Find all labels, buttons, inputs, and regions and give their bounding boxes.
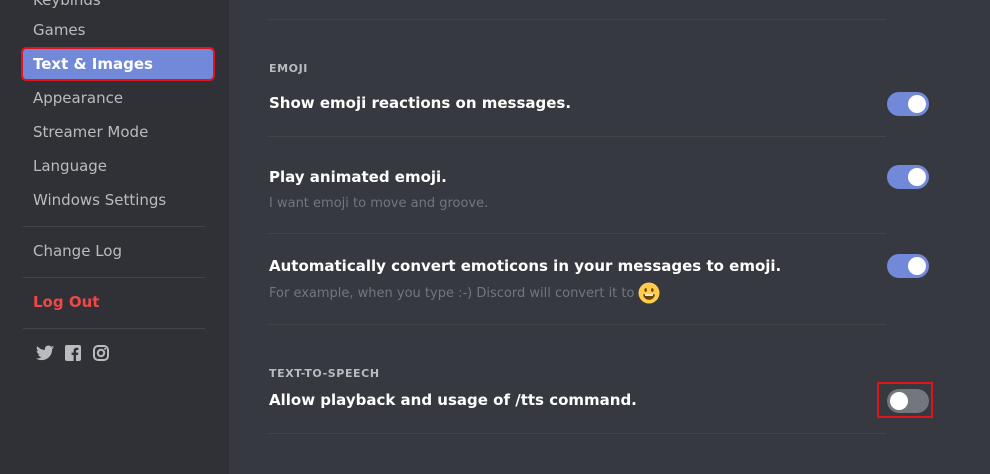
section-divider bbox=[269, 324, 886, 325]
sidebar-divider bbox=[23, 226, 205, 227]
social-links bbox=[36, 344, 110, 362]
instagram-icon[interactable] bbox=[92, 344, 110, 362]
toggle-knob bbox=[908, 257, 926, 275]
settings-sidebar: Keybinds Games Text & Images Appearance … bbox=[0, 0, 229, 474]
toggle-convert-emoticons[interactable] bbox=[887, 254, 929, 278]
setting-divider bbox=[269, 433, 886, 434]
toggle-animated-emoji[interactable] bbox=[887, 165, 929, 189]
sidebar-item-appearance[interactable]: Appearance bbox=[23, 83, 213, 113]
sidebar-divider bbox=[23, 328, 205, 329]
convert-emoticons-note-text: For example, when you type :-) Discord w… bbox=[269, 285, 635, 301]
setting-title-emoji-reactions: Show emoji reactions on messages. bbox=[269, 94, 572, 112]
settings-content: EMOJI Show emoji reactions on messages. … bbox=[229, 0, 990, 474]
toggle-knob bbox=[890, 392, 908, 410]
setting-title-convert-emoticons: Automatically convert emoticons in your … bbox=[269, 257, 782, 275]
sidebar-item-text-images[interactable]: Text & Images bbox=[21, 47, 215, 81]
toggle-tts-playback[interactable] bbox=[887, 389, 929, 413]
twitter-icon[interactable] bbox=[36, 344, 54, 362]
setting-note-animated-emoji: I want emoji to move and groove. bbox=[269, 196, 489, 211]
tts-section-header: TEXT-TO-SPEECH bbox=[269, 367, 380, 380]
settings-window: Keybinds Games Text & Images Appearance … bbox=[0, 0, 990, 474]
emoji-section-header: EMOJI bbox=[269, 62, 308, 75]
setting-divider bbox=[269, 233, 886, 234]
sidebar-item-language[interactable]: Language bbox=[23, 151, 213, 181]
sidebar-item-change-log[interactable]: Change Log bbox=[23, 236, 213, 266]
sidebar-item-keybinds[interactable]: Keybinds bbox=[23, 0, 213, 15]
smiley-emoji-icon bbox=[638, 282, 660, 304]
sidebar-item-log-out[interactable]: Log Out bbox=[23, 287, 213, 317]
facebook-icon[interactable] bbox=[64, 344, 82, 362]
section-divider bbox=[269, 19, 886, 20]
setting-title-tts-playback: Allow playback and usage of /tts command… bbox=[269, 391, 637, 409]
toggle-emoji-reactions[interactable] bbox=[887, 92, 929, 116]
sidebar-item-windows-settings[interactable]: Windows Settings bbox=[23, 185, 213, 215]
sidebar-item-games[interactable]: Games bbox=[23, 15, 213, 45]
sidebar-item-streamer-mode[interactable]: Streamer Mode bbox=[23, 117, 213, 147]
setting-note-convert-emoticons: For example, when you type :-) Discord w… bbox=[269, 282, 660, 304]
toggle-knob bbox=[908, 168, 926, 186]
setting-title-animated-emoji: Play animated emoji. bbox=[269, 168, 447, 186]
toggle-knob bbox=[908, 95, 926, 113]
setting-divider bbox=[269, 136, 886, 137]
sidebar-divider bbox=[23, 277, 205, 278]
